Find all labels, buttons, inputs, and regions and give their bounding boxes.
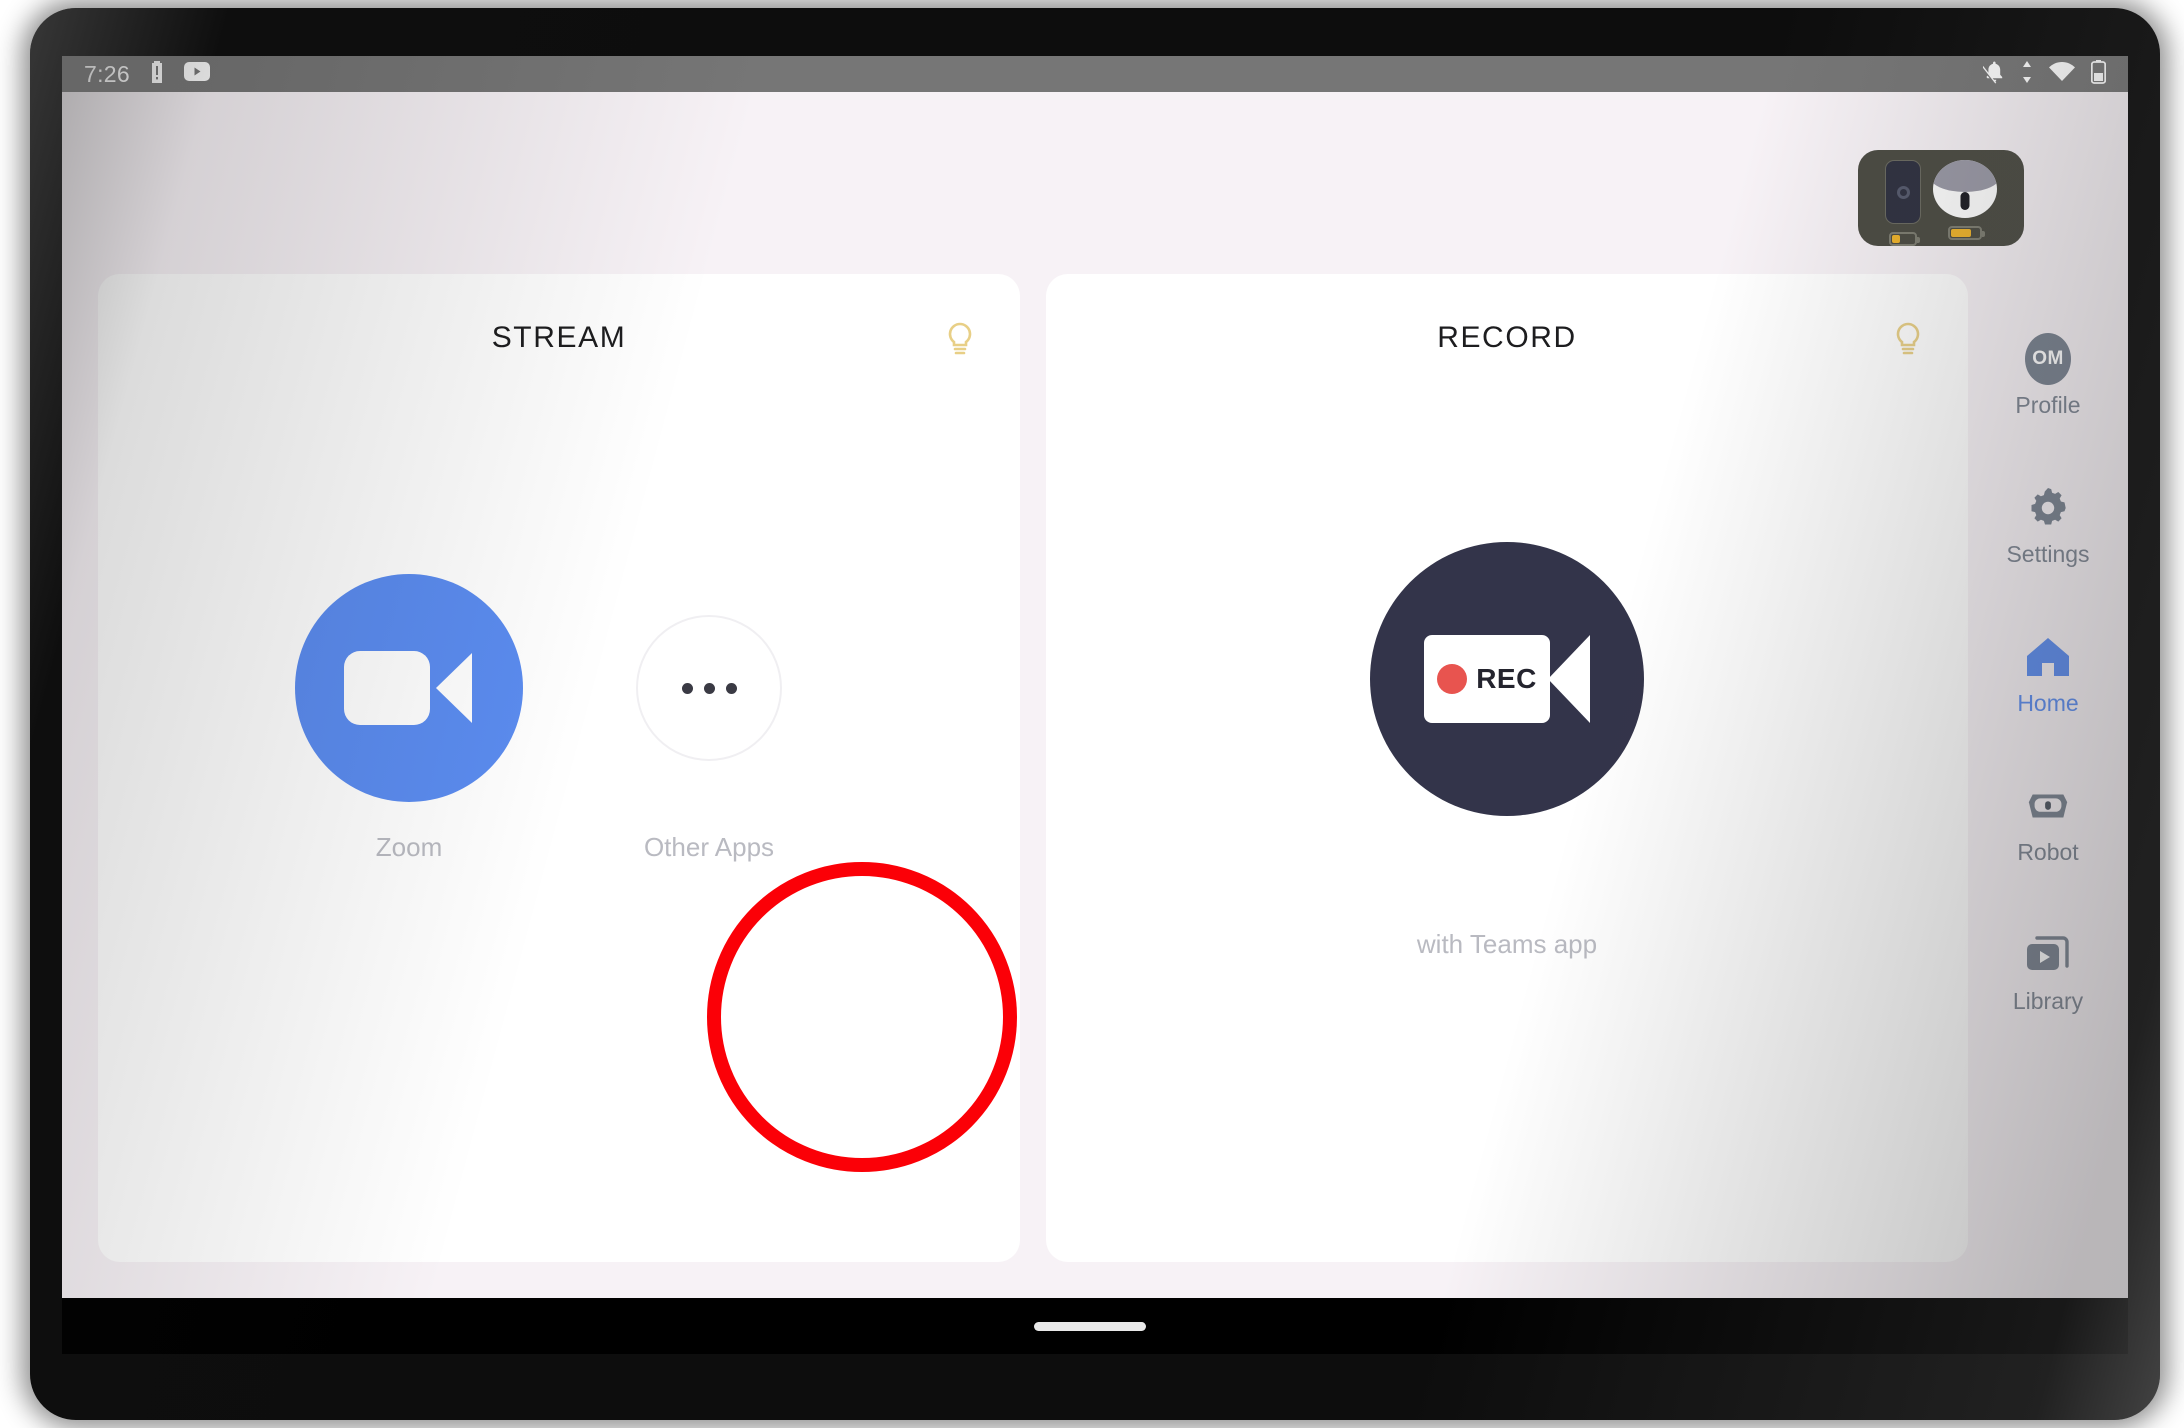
notifications-off-icon	[1978, 60, 2005, 89]
record-card-header: RECORD	[1086, 318, 1928, 358]
nav-item-home[interactable]: Home	[1989, 634, 2107, 717]
nav-item-profile[interactable]: OM Profile	[1989, 333, 2107, 419]
nav-item-library[interactable]: Library	[1989, 932, 2107, 1015]
nav-label-settings: Settings	[2006, 541, 2090, 567]
tablet-device-frame: 7:26 STREAM Zoom Other Apps RECORD REC w…	[30, 8, 2160, 1420]
lightbulb-icon[interactable]	[1888, 318, 1928, 358]
status-clock: 7:26	[84, 60, 130, 87]
app-tile-record[interactable]: REC	[1357, 542, 1657, 816]
record-card-title: RECORD	[1437, 321, 1577, 354]
more-horizontal-icon	[636, 615, 782, 761]
zoom-video-icon	[295, 574, 523, 802]
record-card: RECORD REC with Teams app	[1046, 274, 1968, 1262]
tablet-screen: 7:26 STREAM Zoom Other Apps RECORD REC w…	[62, 56, 2128, 1298]
record-app-list: REC	[1046, 542, 1968, 816]
status-bar-left: 7:26	[84, 60, 210, 89]
avatar-icon: OM	[2025, 333, 2071, 385]
remote-device-status	[1885, 160, 1921, 246]
nav-rail: OM Profile Settings Home Robot Library	[1968, 128, 2128, 1298]
nav-label-profile: Profile	[2015, 392, 2081, 418]
app-label-zoom: Zoom	[375, 832, 443, 862]
library-video-icon	[2025, 932, 2071, 978]
home-screen: STREAM Zoom Other Apps RECORD REC with T…	[62, 92, 2128, 1298]
rec-badge-text: REC	[1476, 663, 1537, 694]
battery-alert-icon	[148, 60, 166, 89]
home-indicator-pill[interactable]	[1034, 1321, 1146, 1331]
system-navigation-bar	[62, 1298, 2128, 1354]
app-tile-zoom[interactable]: Zoom	[274, 574, 544, 863]
rec-camera-icon: REC	[1370, 542, 1644, 816]
stream-card-title: STREAM	[491, 321, 627, 354]
youtube-icon	[183, 62, 210, 86]
nav-label-library: Library	[2012, 988, 2084, 1014]
remote-controller-icon	[1885, 160, 1921, 224]
gear-icon	[2025, 485, 2071, 531]
home-icon	[2025, 634, 2071, 680]
wifi-icon	[2049, 61, 2075, 87]
nav-item-robot[interactable]: Robot	[1989, 783, 2107, 866]
battery-icon	[2090, 59, 2107, 89]
status-bar: 7:26	[62, 56, 2128, 92]
nav-label-robot: Robot	[2017, 839, 2079, 865]
nav-label-home: Home	[2017, 690, 2079, 716]
stream-card: STREAM Zoom Other Apps	[98, 274, 1020, 1262]
status-bar-right	[1978, 59, 2107, 89]
lightbulb-icon[interactable]	[940, 318, 980, 358]
app-label-other-apps: Other Apps	[643, 832, 775, 862]
record-dot-icon	[1437, 664, 1468, 694]
stream-card-header: STREAM	[138, 318, 980, 358]
app-tile-other-apps[interactable]: Other Apps	[574, 574, 844, 863]
data-transfer-icon	[2021, 60, 2033, 88]
avatar-initials: OM	[2025, 333, 2071, 385]
stream-app-list: Zoom Other Apps	[98, 574, 1020, 863]
remote-battery-indicator	[1889, 232, 1920, 246]
record-card-subtitle: with Teams app	[1416, 929, 1598, 959]
robot-icon	[2025, 783, 2071, 829]
cards-container: STREAM Zoom Other Apps RECORD REC with T…	[98, 274, 1968, 1262]
nav-item-settings[interactable]: Settings	[1989, 485, 2107, 568]
